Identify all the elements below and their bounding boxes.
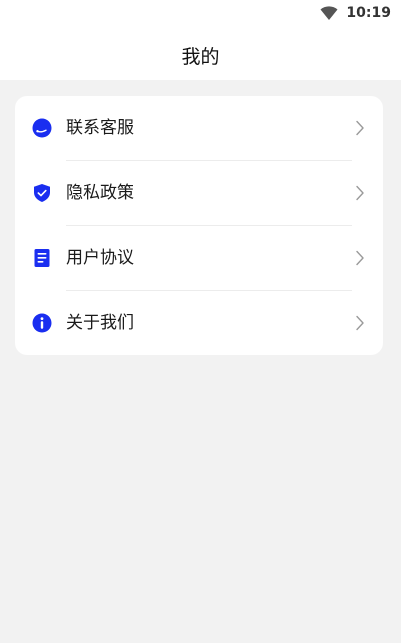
title-bar: 我的: [0, 30, 401, 80]
chevron-right-icon: [355, 315, 365, 331]
status-bar: 10:19: [0, 0, 401, 30]
menu-item-label: 关于我们: [66, 313, 134, 333]
status-indicators: 10:19: [320, 5, 391, 21]
menu-item-about-us[interactable]: 关于我们: [15, 291, 383, 355]
page-title: 我的: [181, 45, 220, 68]
menu-card: 联系客服 隐私政策 用户协议 关于我们: [15, 96, 383, 355]
customer-service-icon: [32, 118, 52, 138]
chevron-right-icon: [355, 250, 365, 266]
status-time: 10:19: [346, 5, 391, 21]
menu-item-privacy-policy[interactable]: 隐私政策: [15, 161, 383, 225]
menu-item-user-agreement[interactable]: 用户协议: [15, 226, 383, 290]
menu-item-label: 联系客服: [66, 118, 134, 138]
menu-item-contact-service[interactable]: 联系客服: [15, 96, 383, 160]
info-icon: [32, 313, 52, 333]
chevron-right-icon: [355, 120, 365, 136]
chevron-right-icon: [355, 185, 365, 201]
shield-check-icon: [32, 183, 52, 203]
wifi-icon: [320, 6, 338, 20]
menu-item-label: 隐私政策: [66, 183, 134, 203]
menu-item-label: 用户协议: [66, 248, 134, 268]
document-icon: [32, 248, 52, 268]
